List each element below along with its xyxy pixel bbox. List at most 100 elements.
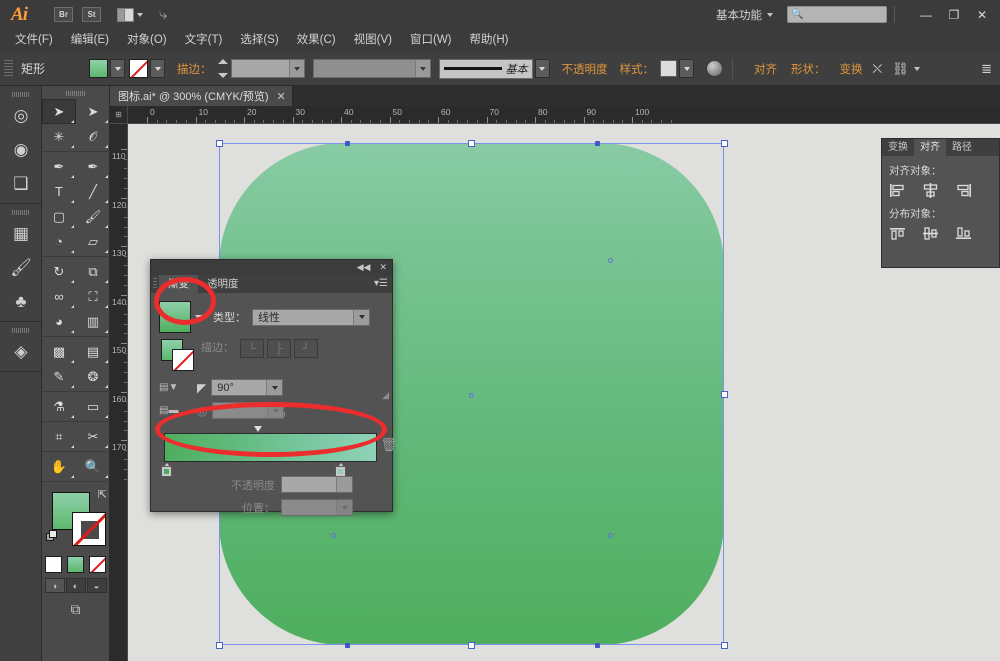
brushes-panel-icon[interactable]: ◉	[0, 133, 42, 167]
menu-help[interactable]: 帮助(H)	[461, 29, 518, 52]
horizontal-ruler[interactable]: 0 10 20 30 40 50 60 70 80 90 100	[128, 106, 1000, 124]
brush-library-icon[interactable]: 🖌	[0, 251, 42, 285]
draw-inside-button[interactable]: ◒	[86, 578, 107, 593]
minimize-button[interactable]: —	[912, 4, 940, 26]
path-anchor-point[interactable]	[345, 141, 350, 146]
swap-fill-stroke-icon[interactable]: ⇱	[98, 488, 107, 501]
stroke-swatch-large-none[interactable]	[72, 512, 106, 546]
panel-menu-icon[interactable]: ▾☰	[374, 278, 388, 289]
symbols-panel-icon[interactable]: ♣	[0, 285, 42, 319]
selection-handle-bottom-center[interactable]	[468, 642, 475, 649]
dock-grip[interactable]	[11, 92, 30, 97]
path-anchor-point[interactable]	[595, 643, 600, 648]
menu-view[interactable]: 视图(V)	[345, 29, 401, 52]
stroke-swatch-none[interactable]	[129, 59, 148, 78]
draw-normal-button[interactable]: ◑	[44, 578, 65, 593]
tab-transparency[interactable]: 透明度	[198, 275, 248, 293]
screen-mode-button[interactable]: ⧉	[42, 601, 109, 618]
eyedropper-tool[interactable]: ✎	[42, 364, 76, 389]
document-tab[interactable]: 图标.ai* @ 300% (CMYK/预览) ✕	[110, 86, 293, 106]
panel-grip[interactable]	[151, 275, 159, 293]
eraser-tool[interactable]: ▱	[76, 229, 110, 254]
gradient-stop-end[interactable]	[335, 463, 346, 477]
curvature-tool[interactable]: ✒	[76, 154, 110, 179]
arrange-documents-button[interactable]	[117, 7, 143, 22]
stroke-color-control[interactable]	[129, 59, 165, 78]
search-input[interactable]: 🔍	[787, 6, 887, 23]
control-bar-grip[interactable]	[4, 59, 13, 78]
stroke-style-dropdown-button[interactable]	[534, 59, 550, 78]
width-tool[interactable]: ∞	[42, 284, 76, 309]
stroke-dropdown-button[interactable]	[150, 59, 165, 78]
selection-handle-top-right[interactable]	[721, 140, 728, 147]
tab-transform[interactable]: 变换	[882, 139, 914, 156]
paintbrush-tool[interactable]: 🖌	[76, 204, 110, 229]
rotate-tool[interactable]: ↻	[42, 259, 76, 284]
isolate-selected-icon[interactable]: ⛌	[873, 61, 883, 77]
collapse-icon[interactable]: ◀◀	[357, 262, 371, 273]
perspective-grid-tool[interactable]: ▥	[76, 309, 110, 334]
stroke-gradient-within-button[interactable]: └	[240, 339, 264, 358]
selection-handle-top-center[interactable]	[468, 140, 475, 147]
selection-handle-top-left[interactable]	[216, 140, 223, 147]
distribute-top-button[interactable]	[889, 225, 906, 242]
close-button[interactable]: ✕	[968, 4, 996, 26]
link-panel-icon[interactable]: ◎	[0, 99, 42, 133]
selection-handle-bottom-left[interactable]	[216, 642, 223, 649]
line-segment-tool[interactable]: ╱	[76, 179, 110, 204]
lasso-tool[interactable]: 𝒪	[76, 124, 110, 149]
panel-resize-handle[interactable]: ◢	[382, 390, 389, 401]
gradient-stroke-mini-swatch-none[interactable]	[172, 349, 194, 371]
menu-object[interactable]: 对象(O)	[118, 29, 176, 52]
layers-copy-icon[interactable]: ❑	[0, 167, 42, 201]
transform-button[interactable]: 变换	[840, 61, 863, 77]
shape-builder-tool[interactable]: ◕	[42, 309, 76, 334]
distribute-vertical-center-button[interactable]	[922, 225, 939, 242]
path-anchor-circle[interactable]	[608, 533, 613, 538]
panel-footer-grip[interactable]	[257, 412, 286, 417]
stroke-profile-select[interactable]	[312, 59, 431, 78]
opacity-label[interactable]: 不透明度	[562, 61, 608, 77]
fill-swatch[interactable]	[89, 59, 108, 78]
fill-dropdown-button[interactable]	[110, 59, 125, 78]
stroke-gradient-along-button[interactable]: ├	[267, 339, 291, 358]
hand-tool[interactable]: ✋	[42, 454, 76, 479]
trash-icon[interactable]: 🗑	[380, 437, 397, 453]
close-icon[interactable]: ✕	[277, 90, 286, 103]
reverse-gradient-icon[interactable]: ▤▼	[159, 380, 181, 396]
draw-behind-button[interactable]: ◐	[65, 578, 86, 593]
tab-gradient[interactable]: 渐变	[159, 275, 198, 293]
bridge-button[interactable]: Br	[54, 7, 73, 22]
zoom-tool[interactable]: 🔍	[76, 454, 110, 479]
shaper-tool[interactable]: ◔	[42, 229, 76, 254]
free-transform-tool[interactable]: ⛶	[76, 284, 110, 309]
gradient-ramp[interactable]	[164, 433, 377, 462]
slice-tool[interactable]: ✂	[76, 424, 110, 449]
restore-button[interactable]: ❐	[940, 4, 968, 26]
stroke-gradient-across-button[interactable]: ┘	[294, 339, 318, 358]
stock-button[interactable]: St	[82, 7, 101, 22]
align-right-button[interactable]	[955, 182, 972, 199]
workspace-switcher-label[interactable]: 基本功能	[716, 7, 762, 23]
dock-grip[interactable]	[11, 210, 30, 215]
workspace-chevron-down-icon[interactable]	[767, 12, 773, 17]
fill-color-control[interactable]	[89, 59, 125, 78]
tab-pathfinder[interactable]: 路径	[946, 139, 978, 156]
color-mode-button[interactable]	[45, 556, 62, 573]
menu-edit[interactable]: 编辑(E)	[62, 29, 118, 52]
gradient-stop-start[interactable]	[161, 463, 172, 477]
default-fill-stroke-icon[interactable]	[46, 530, 58, 542]
path-anchor-point[interactable]	[595, 141, 600, 146]
selection-tool[interactable]: ➤	[42, 99, 76, 124]
mesh-tool[interactable]: ▩	[42, 339, 76, 364]
selection-handle-middle-right[interactable]	[721, 391, 728, 398]
none-mode-button[interactable]	[89, 556, 106, 573]
path-anchor-point[interactable]	[345, 643, 350, 648]
magic-wand-tool[interactable]: ✳	[42, 124, 76, 149]
menu-select[interactable]: 选择(S)	[231, 29, 287, 52]
cloud-sync-icon[interactable]: ⤷	[159, 6, 167, 23]
recolor-artwork-icon[interactable]	[706, 60, 723, 77]
menu-effect[interactable]: 效果(C)	[288, 29, 345, 52]
graphic-style-swatch[interactable]	[660, 60, 677, 77]
vertical-ruler[interactable]: 110 120 130 140 150 160 170	[110, 124, 128, 661]
